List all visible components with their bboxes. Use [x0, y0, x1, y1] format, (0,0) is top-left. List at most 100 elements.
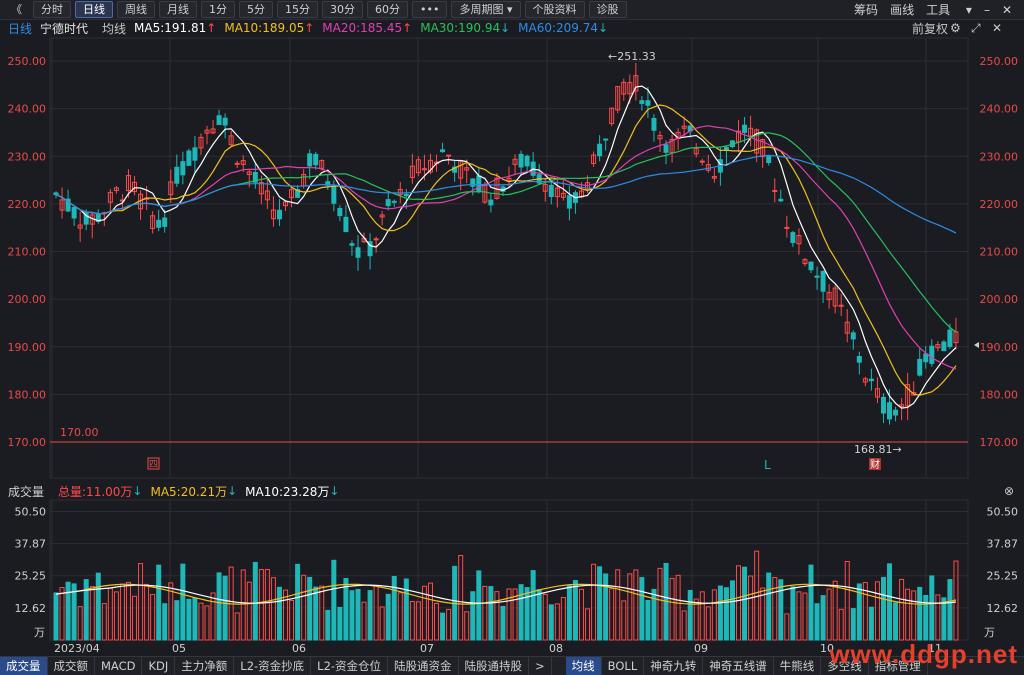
volume-bar: [270, 577, 276, 641]
volume-bar: [742, 566, 748, 641]
volume-bar: [458, 554, 464, 641]
price-panel-border: [49, 37, 969, 479]
volume-bar: [566, 585, 572, 641]
volume-bar: [409, 601, 415, 641]
indicator-tab-1[interactable]: 成交额: [48, 657, 95, 675]
volume-bar: [385, 593, 391, 641]
candle-body: [663, 144, 669, 153]
price-tick-left: 240.00: [8, 103, 47, 116]
candle-body: [639, 100, 645, 104]
volume-bar: [651, 588, 657, 641]
candle-body: [868, 378, 874, 382]
indicator-tab-8[interactable]: 陆股通持股: [459, 657, 530, 675]
volume-bar: [65, 581, 71, 641]
volume-bar: [941, 597, 947, 641]
volume-bar: [77, 606, 83, 641]
indicator-tab-12[interactable]: 神奇九转: [644, 657, 704, 675]
candle-body: [941, 341, 947, 352]
volume-bar: [893, 602, 899, 641]
candle-body: [766, 155, 772, 164]
volume-bar: [343, 577, 349, 641]
month-label: 08: [549, 642, 563, 655]
volume-bar: [325, 609, 331, 641]
indicator-tab-0[interactable]: 成交量: [0, 657, 48, 675]
indicator-tab-9[interactable]: >: [529, 657, 552, 675]
volume-tick-left: 50.50: [15, 505, 47, 518]
candle-body: [337, 207, 343, 217]
volume-bar: [488, 586, 494, 641]
indicator-tab-2[interactable]: MACD: [95, 657, 143, 675]
price-tick-left: 170.00: [8, 436, 47, 449]
volume-ma10: MA10:23.28万: [245, 484, 330, 499]
price-tick-right: 180.00: [980, 388, 1019, 401]
candle-body: [192, 147, 198, 161]
candle-body: [778, 198, 784, 202]
volume-bar: [276, 586, 282, 641]
volume-bar: [947, 579, 953, 641]
price-tick-right: 170.00: [980, 436, 1019, 449]
volume-bar: [132, 595, 138, 641]
volume-bar: [252, 561, 258, 641]
indicator-tab-3[interactable]: KDJ: [142, 657, 176, 675]
candle-body: [838, 304, 844, 307]
price-tick-left: 200.00: [8, 293, 47, 306]
volume-bar: [95, 572, 101, 641]
volume-tick-right: 25.25: [987, 570, 1019, 583]
volume-bar: [814, 603, 820, 641]
indicator-tab-4[interactable]: 主力净额: [175, 657, 235, 675]
candle-body: [814, 275, 820, 278]
volume-bar: [808, 564, 814, 641]
volume-bar: [621, 600, 627, 641]
volume-bar: [222, 575, 228, 641]
price-volume-chart[interactable]: 250.00 250.00 240.00 240.00 230.00 230.00 220.…: [0, 0, 1024, 674]
indicator-tab-10[interactable]: 均线: [565, 657, 602, 675]
volume-bar: [657, 567, 663, 641]
volume-bar: [778, 579, 784, 641]
ma5-line: [55, 85, 957, 409]
volume-tick-right: 50.50: [987, 505, 1019, 518]
volume-bar: [899, 578, 905, 641]
price-tick-right: 200.00: [980, 293, 1019, 306]
volume-bar: [246, 581, 252, 641]
volume-ma5: MA5:20.21万: [150, 484, 228, 499]
volume-bar: [693, 598, 699, 641]
volume-bar: [295, 563, 301, 641]
volume-tick-left: 12.62: [15, 602, 47, 615]
high-annotation: ←251.33: [608, 50, 656, 63]
volume-bar: [138, 563, 144, 641]
volume-bar: [832, 580, 838, 641]
indicator-tab-5[interactable]: L2-资金抄底: [234, 657, 312, 675]
candle-body: [162, 217, 168, 227]
volume-bar: [144, 583, 150, 641]
indicator-tab-13[interactable]: 神奇五线谱: [703, 657, 774, 675]
volume-legend: 成交量 总量:11.00万 ↓ MA5:20.21万 ↓ MA10:23.28万 ↓ …: [8, 484, 1015, 499]
candle-body: [385, 199, 391, 207]
candle-body: [234, 162, 240, 165]
volume-bar: [440, 612, 446, 641]
candle-body: [488, 199, 494, 206]
volume-close-icon[interactable]: ⊗: [1004, 484, 1014, 498]
volume-bar: [548, 604, 554, 641]
candle-body: [651, 117, 657, 131]
volume-bar: [216, 572, 222, 641]
volume-bar: [802, 592, 808, 641]
volume-bar: [754, 550, 760, 641]
watermark: www.ddgp.net: [829, 639, 1018, 669]
volume-bar: [482, 585, 488, 641]
candle-body: [343, 216, 349, 233]
indicator-tab-7[interactable]: 陆股通资金: [388, 657, 459, 675]
volume-bar: [125, 581, 131, 641]
candle-body: [917, 358, 923, 376]
volume-bar: [500, 605, 506, 641]
indicator-tab-14[interactable]: 牛熊线: [774, 657, 822, 675]
volume-bar: [470, 591, 476, 641]
price-tick-right: 190.00: [980, 341, 1019, 354]
volume-bar: [234, 612, 240, 641]
candle-body: [893, 409, 899, 416]
volume-bar: [850, 608, 856, 641]
candle-body: [349, 243, 355, 246]
volume-bar: [790, 586, 796, 641]
indicator-tab-6[interactable]: L2-资金仓位: [311, 657, 389, 675]
volume-bar: [53, 592, 59, 641]
indicator-tab-11[interactable]: BOLL: [602, 657, 645, 675]
